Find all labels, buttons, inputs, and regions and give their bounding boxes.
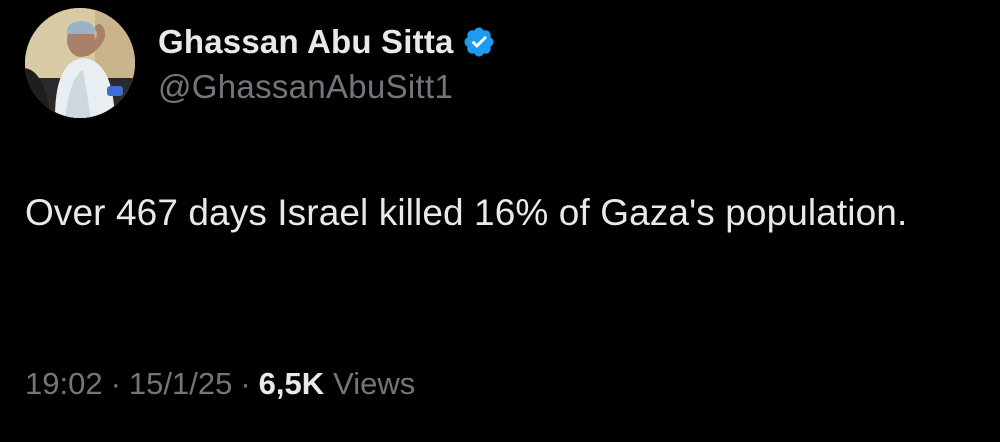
views-count: 6,5K <box>258 366 325 401</box>
tweet: Ghassan Abu Sitta @GhassanAbuSitt1 Over … <box>0 0 1000 442</box>
tweet-time[interactable]: 19:02 <box>25 366 103 402</box>
verified-badge-icon <box>462 25 496 59</box>
views-label: Views <box>333 366 416 401</box>
meta-separator: · <box>110 366 121 401</box>
author-block: Ghassan Abu Sitta @GhassanAbuSitt1 <box>158 20 496 106</box>
tweet-text: Over 467 days Israel killed 16% of Gaza'… <box>25 192 908 233</box>
meta-separator: · <box>240 366 251 401</box>
author-display-name[interactable]: Ghassan Abu Sitta <box>158 23 454 61</box>
avatar[interactable] <box>25 8 135 118</box>
name-row: Ghassan Abu Sitta <box>158 20 496 64</box>
tweet-date[interactable]: 15/1/25 <box>129 366 232 402</box>
tweet-meta: 19:02 · 15/1/25 · 6,5K Views <box>25 366 415 402</box>
avatar-photo <box>25 8 135 118</box>
author-handle[interactable]: @GhassanAbuSitt1 <box>158 68 496 106</box>
